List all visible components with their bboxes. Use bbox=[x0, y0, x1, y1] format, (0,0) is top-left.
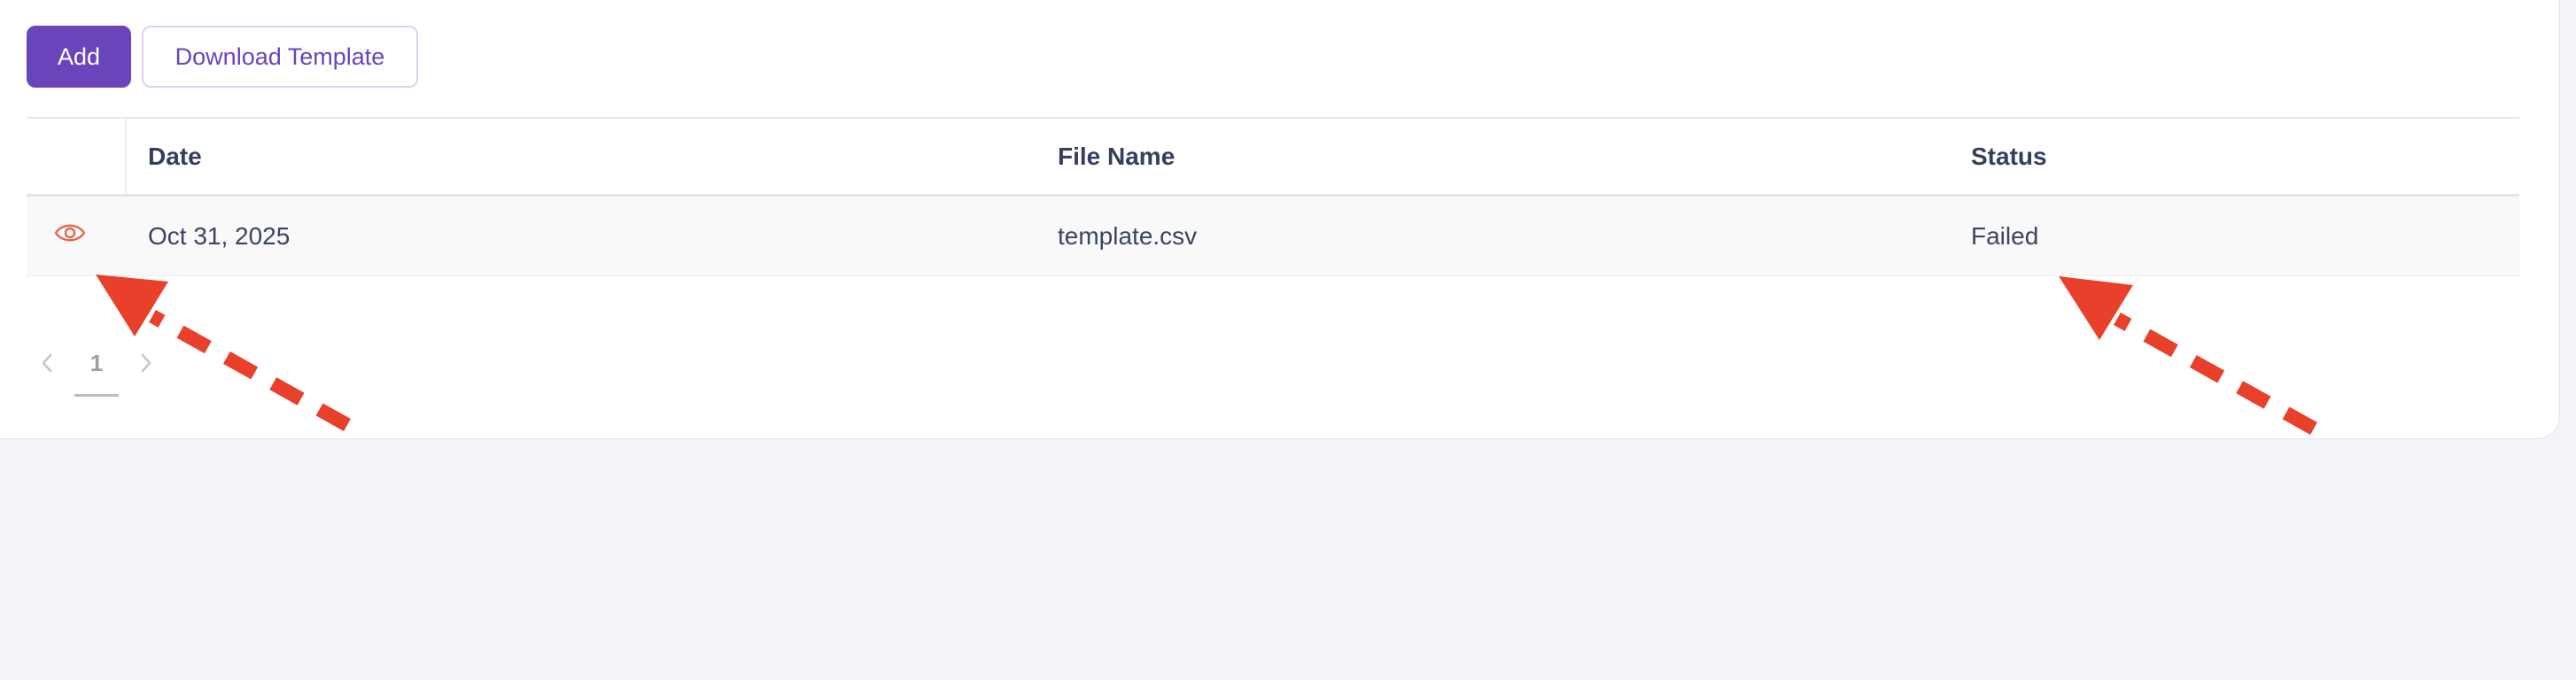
page-number[interactable]: 1 bbox=[74, 345, 119, 397]
column-header-file-name[interactable]: File Name bbox=[1058, 119, 1175, 194]
chevron-left-icon[interactable] bbox=[35, 345, 58, 381]
imports-table: Date File Name Status Oct 31, 2025 templ… bbox=[27, 117, 2519, 276]
row-date: Oct 31, 2025 bbox=[148, 222, 291, 250]
table-row: Oct 31, 2025 template.csv Failed bbox=[27, 197, 2519, 276]
chevron-right-icon[interactable] bbox=[135, 345, 158, 381]
column-header-status[interactable]: Status bbox=[1971, 119, 2047, 194]
add-button[interactable]: Add bbox=[27, 26, 131, 88]
download-template-button[interactable]: Download Template bbox=[142, 26, 418, 88]
eye-icon[interactable] bbox=[53, 220, 87, 246]
pagination: 1 bbox=[35, 345, 158, 398]
column-header-date[interactable]: Date bbox=[148, 119, 202, 194]
row-status: Failed bbox=[1971, 222, 2039, 250]
toolbar: Add Download Template bbox=[27, 26, 418, 88]
table-header: Date File Name Status bbox=[27, 117, 2519, 197]
header-divider bbox=[125, 119, 127, 194]
imports-card: Add Download Template Date File Name Sta… bbox=[0, 0, 2560, 439]
row-file-name: template.csv bbox=[1058, 222, 1198, 250]
